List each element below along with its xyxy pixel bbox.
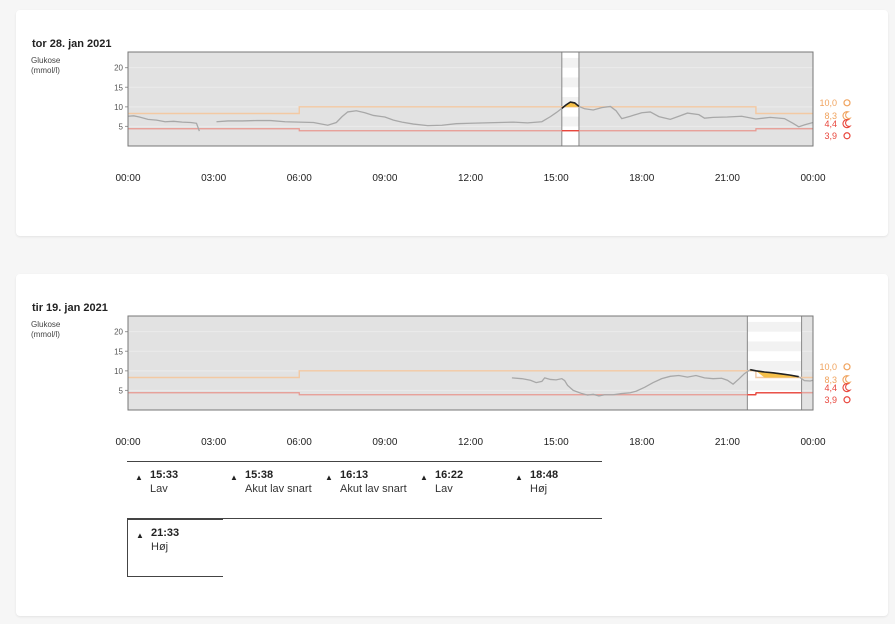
y-tick-label: 10 [114,367,123,376]
y-tick-label: 20 [114,64,123,73]
y-tick-label: 5 [119,122,124,131]
y-tick-label: 15 [114,83,123,92]
event-row: ▲ 15:33 Lav ▲ 15:38 Akut lav snart ▲ 16:13 Aku… [127,461,602,519]
x-tick-label: 12:00 [458,437,483,448]
alert-icon: ▲ [136,531,144,540]
event-time: 15:33 [150,469,179,481]
moon-icon [842,119,852,129]
x-tick-label: 18:00 [629,437,654,448]
plot-area [128,52,813,146]
sun-icon [843,132,851,140]
threshold-label: 4,4 [824,119,837,129]
event-label: Lav [435,483,453,495]
highlight-band [747,380,802,391]
highlight-band [561,57,579,68]
event-card[interactable]: ▲ 16:13 Akut lav snart [317,461,412,519]
x-tick-label: 00:00 [115,173,140,184]
event-list: ▲ 15:33 Lav ▲ 15:38 Akut lav snart ▲ 16:13 Aku… [127,461,602,577]
highlight-band [747,341,802,352]
x-tick-label: 06:00 [287,173,312,184]
highlight-band [747,361,802,371]
x-tick-label: 12:00 [458,173,483,184]
alert-icon: ▲ [135,473,143,482]
event-card[interactable]: ▲ 18:48 Høj [507,461,602,519]
sun-icon [843,396,851,404]
x-tick-label: 00:00 [800,437,825,448]
moon-icon [842,111,852,121]
glucose-chart: 510152010,08,34,43,900:00 03:00 06:00 09:00… [114,51,852,184]
x-tick-label: 18:00 [629,173,654,184]
event-time: 18:48 [530,469,559,481]
alert-icon: ▲ [420,473,428,482]
highlight-band [561,77,579,88]
event-card[interactable]: ▲ 15:33 Lav [127,461,222,519]
event-time: 21:33 [151,527,180,539]
x-tick-label: 15:00 [544,437,569,448]
x-tick-label: 15:00 [544,173,569,184]
threshold-label: 3,9 [824,131,837,141]
day-card-2: tir 19. jan 2021 Glukose (mmol/l) 5 10 15 2… [16,274,888,616]
event-card[interactable]: ▲ 21:33 Høj [127,519,223,577]
alert-icon: ▲ [515,473,523,482]
event-label: Akut lav snart [245,483,312,495]
y-tick-label: 10 [114,103,123,112]
y-tick-label: 5 [119,386,124,395]
moon-icon [842,375,852,385]
y-tick-label: 20 [114,328,123,337]
x-tick-label: 03:00 [201,173,226,184]
x-tick-label: 03:00 [201,437,226,448]
x-tick-label: 06:00 [287,437,312,448]
threshold-label: 10,0 [819,362,837,372]
event-label: Høj [530,483,548,495]
event-label: Høj [151,541,169,553]
x-tick-label: 09:00 [372,437,397,448]
highlight-band [561,116,579,127]
plot-area [128,316,813,410]
x-tick-label: 21:00 [715,437,740,448]
threshold-label: 10,0 [819,98,837,108]
x-tick-label: 09:00 [372,173,397,184]
event-label: Lav [150,483,168,495]
x-tick-label: 00:00 [800,173,825,184]
event-time: 16:13 [340,469,369,481]
moon-icon [842,383,852,393]
event-time: 16:22 [435,469,464,481]
x-tick-label: 00:00 [115,437,140,448]
event-card[interactable]: ▲ 16:22 Lav [412,461,507,519]
event-label: Akut lav snart [340,483,407,495]
event-card[interactable]: ▲ 15:38 Akut lav snart [222,461,317,519]
threshold-label: 4,4 [824,383,837,393]
y-tick-label: 15 [114,347,123,356]
event-row: ▲ 21:33 Høj [127,519,602,577]
sun-icon [843,99,851,107]
threshold-label: 3,9 [824,395,837,405]
event-time: 15:38 [245,469,274,481]
day-card-1: tor 28. jan 2021 Glukose (mmol/l) 5 10 15 2… [16,10,888,236]
glucose-chart: 510152010,08,34,43,900:00 03:00 06:00 09:00… [114,315,852,448]
alert-icon: ▲ [325,473,333,482]
sun-icon [843,363,851,371]
alert-icon: ▲ [230,473,238,482]
x-tick-label: 21:00 [715,173,740,184]
highlight-band [747,321,802,332]
